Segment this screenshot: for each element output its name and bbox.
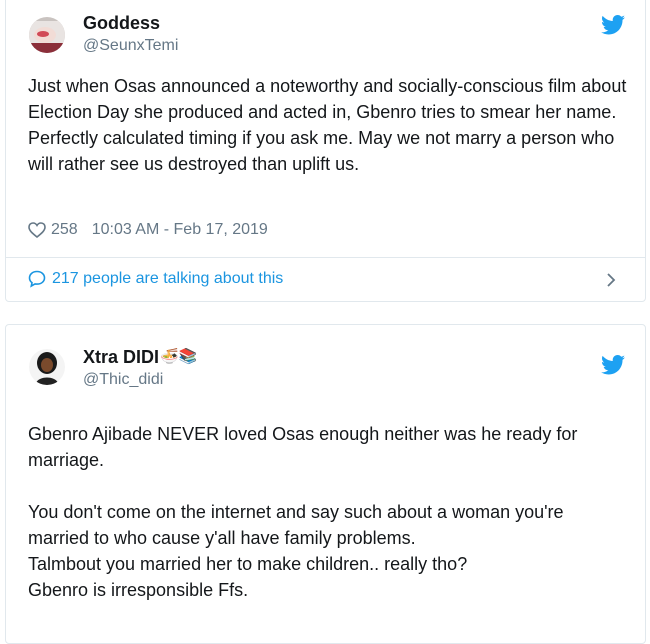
tweet-card-2: Xtra DIDI🍜📚 @Thic_didi Gbenro Ajibade NE… xyxy=(5,324,646,644)
conversation-link[interactable]: 217 people are talking about this xyxy=(28,270,283,288)
tweet-paragraph: Talmbout you married her to make childre… xyxy=(28,554,468,574)
heart-icon[interactable] xyxy=(28,222,46,238)
tweet-paragraph: You don't come on the internet and say s… xyxy=(28,502,564,548)
divider xyxy=(6,257,645,258)
avatar[interactable] xyxy=(29,17,65,53)
conversation-count-label[interactable]: 217 people are talking about this xyxy=(52,270,283,288)
name-emoji: 🍜📚 xyxy=(160,348,198,365)
author-name[interactable]: Goddess xyxy=(83,13,160,34)
tweet-paragraph: Perfectly calculated timing if you ask m… xyxy=(28,128,615,174)
tweet-paragraph-blank xyxy=(28,473,628,499)
tweet-text: Just when Osas announced a noteworthy an… xyxy=(28,73,628,177)
timestamp[interactable]: 10:03 AM - Feb 17, 2019 xyxy=(92,221,268,239)
tweet-paragraph: Gbenro Ajibade NEVER loved Osas enough n… xyxy=(28,424,578,470)
twitter-bird-icon[interactable] xyxy=(601,15,625,35)
twitter-bird-icon[interactable] xyxy=(601,355,625,375)
speech-bubble-icon xyxy=(28,270,46,288)
tweet-paragraph: Gbenro is irresponsible Ffs. xyxy=(28,580,249,600)
chevron-right-icon[interactable] xyxy=(605,273,617,287)
tweet-paragraph: Just when Osas announced a noteworthy an… xyxy=(28,76,627,122)
tweet-text: Gbenro Ajibade NEVER loved Osas enough n… xyxy=(28,421,628,603)
author-handle[interactable]: @SeunxTemi xyxy=(83,37,178,55)
tweet-meta: 258 10:03 AM - Feb 17, 2019 xyxy=(28,221,268,239)
author-name-text: Xtra DIDI xyxy=(83,347,160,367)
author-handle[interactable]: @Thic_didi xyxy=(83,371,163,389)
tweet-card-1: Goddess @SeunxTemi Just when Osas announ… xyxy=(5,0,646,302)
avatar[interactable] xyxy=(29,349,65,385)
author-name[interactable]: Xtra DIDI🍜📚 xyxy=(83,347,197,368)
like-count[interactable]: 258 xyxy=(51,221,78,239)
